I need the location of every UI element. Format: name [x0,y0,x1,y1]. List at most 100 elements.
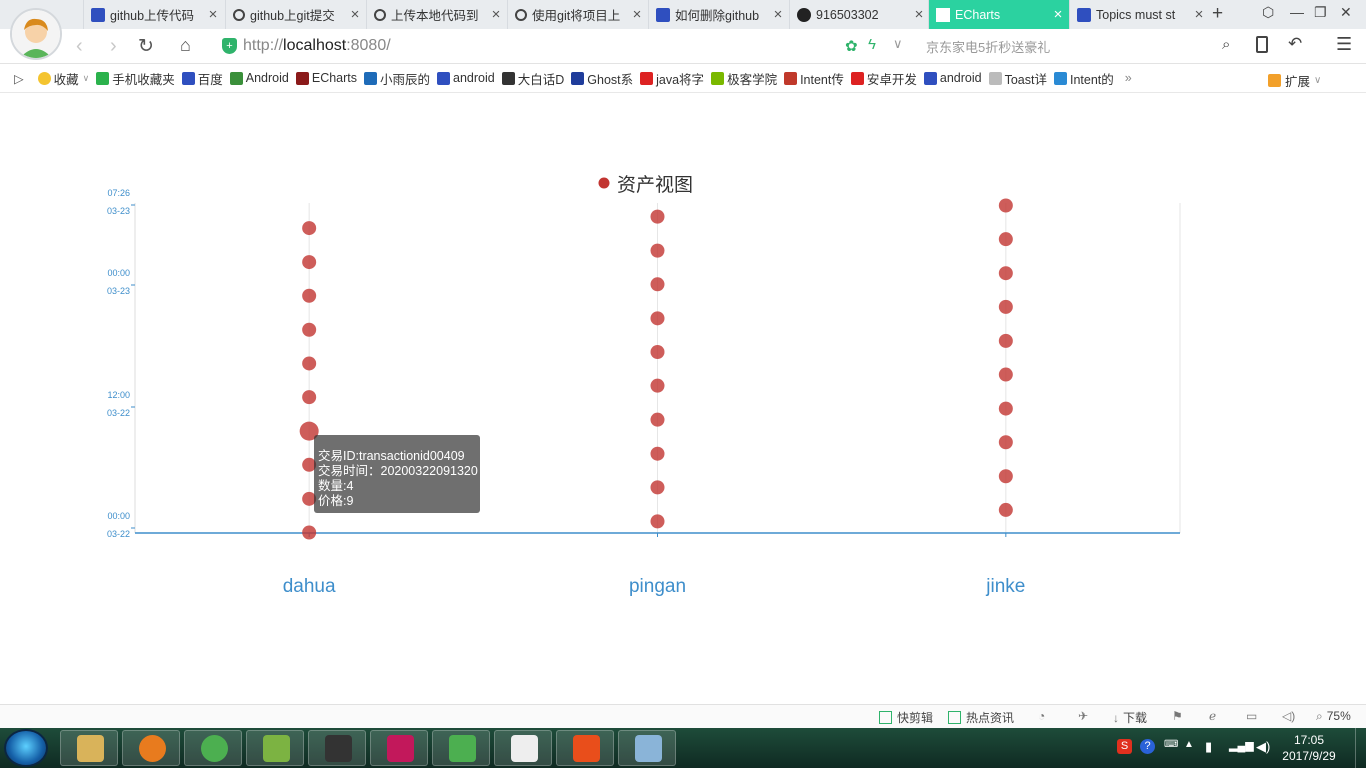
taskbar-app-app-9[interactable] [618,730,676,766]
bookmark-label: Android [245,71,289,85]
bookmark-item[interactable]: Toast详 [988,69,1047,88]
undo-icon[interactable]: ↶ [1288,34,1302,54]
help-icon[interactable]: ? [1140,739,1155,754]
keyboard-icon[interactable]: ⌨ [1164,739,1178,750]
data-point [302,356,317,371]
tab-2[interactable]: github上git提交 × [225,0,366,29]
taskbar-app-notepad[interactable] [246,730,304,766]
bookmark-item[interactable]: ECharts [295,71,357,85]
tooltip-quantity: 数量:4 [318,479,354,493]
system-clock[interactable]: 17:05 2017/9/29 [1278,732,1340,764]
new-tab-button[interactable]: + [1212,3,1223,25]
y-tick-label-date: 03-23 [107,286,130,296]
tab-7[interactable]: ECharts × [928,0,1069,29]
bookmarks-more-button[interactable]: » [1125,71,1132,85]
restore-button[interactable]: ❐ [1314,4,1327,21]
close-tab-icon[interactable]: × [1047,6,1069,23]
phone-icon[interactable] [1256,36,1268,53]
start-button[interactable] [4,729,48,767]
skin-icon[interactable]: ⬡ [1262,4,1274,21]
bookmark-item[interactable]: 安卓开发 [850,69,917,88]
close-window-button[interactable]: ✕ [1340,4,1352,21]
search-input[interactable]: 京东家电5折秒送豪礼 [926,37,1216,56]
back-button[interactable]: ‹ [76,35,83,58]
bookmark-item[interactable]: 极客学院 [711,69,777,88]
lightning-icon[interactable]: ϟ [868,36,876,53]
pin-icon[interactable]: ✈ [1078,709,1088,723]
taskbar-app-explorer[interactable] [60,730,118,766]
speed-icon[interactable]: ◔ [1038,709,1045,723]
bookmark-item[interactable]: Intent传 [784,69,844,88]
close-tab-icon[interactable]: × [344,6,366,23]
data-point [650,277,665,292]
extensions-button[interactable]: 扩展 ∨ [1268,71,1321,90]
bookmark-item[interactable]: 小雨辰的 [364,69,430,88]
bookmark-icon [988,71,1002,85]
window-icon[interactable]: ▭ [1246,709,1257,723]
taskbar-app-mysql[interactable] [308,730,366,766]
volume-icon[interactable]: ◀) [1256,739,1270,755]
zoom-control[interactable]: ⌕ 75% [1316,709,1351,724]
reload-button[interactable]: ↻ [138,35,154,58]
taskbar-app-git-gui[interactable] [556,730,614,766]
show-desktop-button[interactable] [1355,728,1366,768]
sidebar-toggle-icon[interactable]: ▷ [14,71,24,86]
github-icon [797,7,811,22]
tab-4[interactable]: 使用git将项目上 × [507,0,648,29]
clip-button[interactable]: 快剪辑 [879,709,933,726]
tab-6[interactable]: 916503302 × [789,0,930,29]
refresh-accel-icon[interactable]: ✿ [845,37,858,55]
download-button[interactable]: ↓ 下载 [1113,709,1147,726]
data-point [998,367,1013,382]
bookmark-item[interactable]: 收藏 ∨ [37,69,89,88]
scatter-chart: 00:00 03-22 12:00 03-22 00:00 03-23 07:26 03-23… [107,174,1181,597]
close-tab-icon[interactable]: × [1188,6,1210,23]
bookmark-item[interactable]: android [437,71,495,85]
taskbar-app-wechat[interactable] [432,730,490,766]
news-button[interactable]: 热点资讯 [948,709,1014,726]
tab-5[interactable]: 如何删除github × [648,0,789,29]
taskbar-app-360-browser[interactable] [184,730,242,766]
forward-button[interactable]: › [110,35,117,58]
tab-8[interactable]: Topics must st × [1069,0,1210,29]
legend-label: 资产视图 [617,174,693,196]
device-icon[interactable]: ▮ [1205,739,1212,755]
minimize-button[interactable]: — [1290,4,1304,20]
bookmark-item[interactable]: Ghost系 [571,69,633,88]
bookmark-item[interactable]: 手机收藏夹 [96,69,175,88]
search-icon[interactable]: ⌕ [1222,36,1230,53]
tab-3[interactable]: 上传本地代码到 × [366,0,507,29]
sogou-ime-icon[interactable]: S [1117,739,1132,754]
wechat-icon [449,735,476,762]
bookmark-label: 手机收藏夹 [112,72,175,87]
data-point [650,243,665,258]
menu-icon[interactable]: ☰ [1336,34,1352,55]
flag-icon[interactable]: ⚑ [1172,709,1183,723]
bookmark-item[interactable]: Android [229,71,289,85]
data-point [998,435,1013,450]
sound-icon[interactable]: ◁) [1282,709,1295,723]
taskbar-app-app-7[interactable] [494,730,552,766]
close-tab-icon[interactable]: × [908,6,930,23]
y-tick-label-time: 12:00 [107,390,130,400]
bookmark-item[interactable]: 大白话D [501,69,564,88]
ie-icon[interactable]: ℯ [1209,709,1216,723]
taskbar-app-firefox[interactable] [122,730,180,766]
home-button[interactable]: ⌂ [180,35,191,56]
bookmark-item[interactable]: android [923,71,982,85]
taskbar-app-intellij[interactable] [370,730,428,766]
address-bar[interactable]: + http://localhost:8080/ [222,34,912,58]
tab-1[interactable]: github上传代码 × [83,0,224,29]
bookmark-item[interactable]: java将字 [640,69,704,88]
bookmark-item[interactable]: Intent的 [1053,69,1114,88]
close-tab-icon[interactable]: × [767,6,789,23]
close-tab-icon[interactable]: × [626,6,648,23]
tray-expand-icon[interactable]: ▲ [1184,739,1194,750]
close-tab-icon[interactable]: × [485,6,507,23]
chevron-down-icon[interactable]: ∨ [893,36,903,52]
bookmark-item[interactable]: 百度 [181,69,223,88]
network-icon[interactable]: ▂▄▆ [1229,739,1254,752]
data-point [650,412,665,427]
user-avatar[interactable] [10,8,62,60]
close-tab-icon[interactable]: × [202,6,224,23]
